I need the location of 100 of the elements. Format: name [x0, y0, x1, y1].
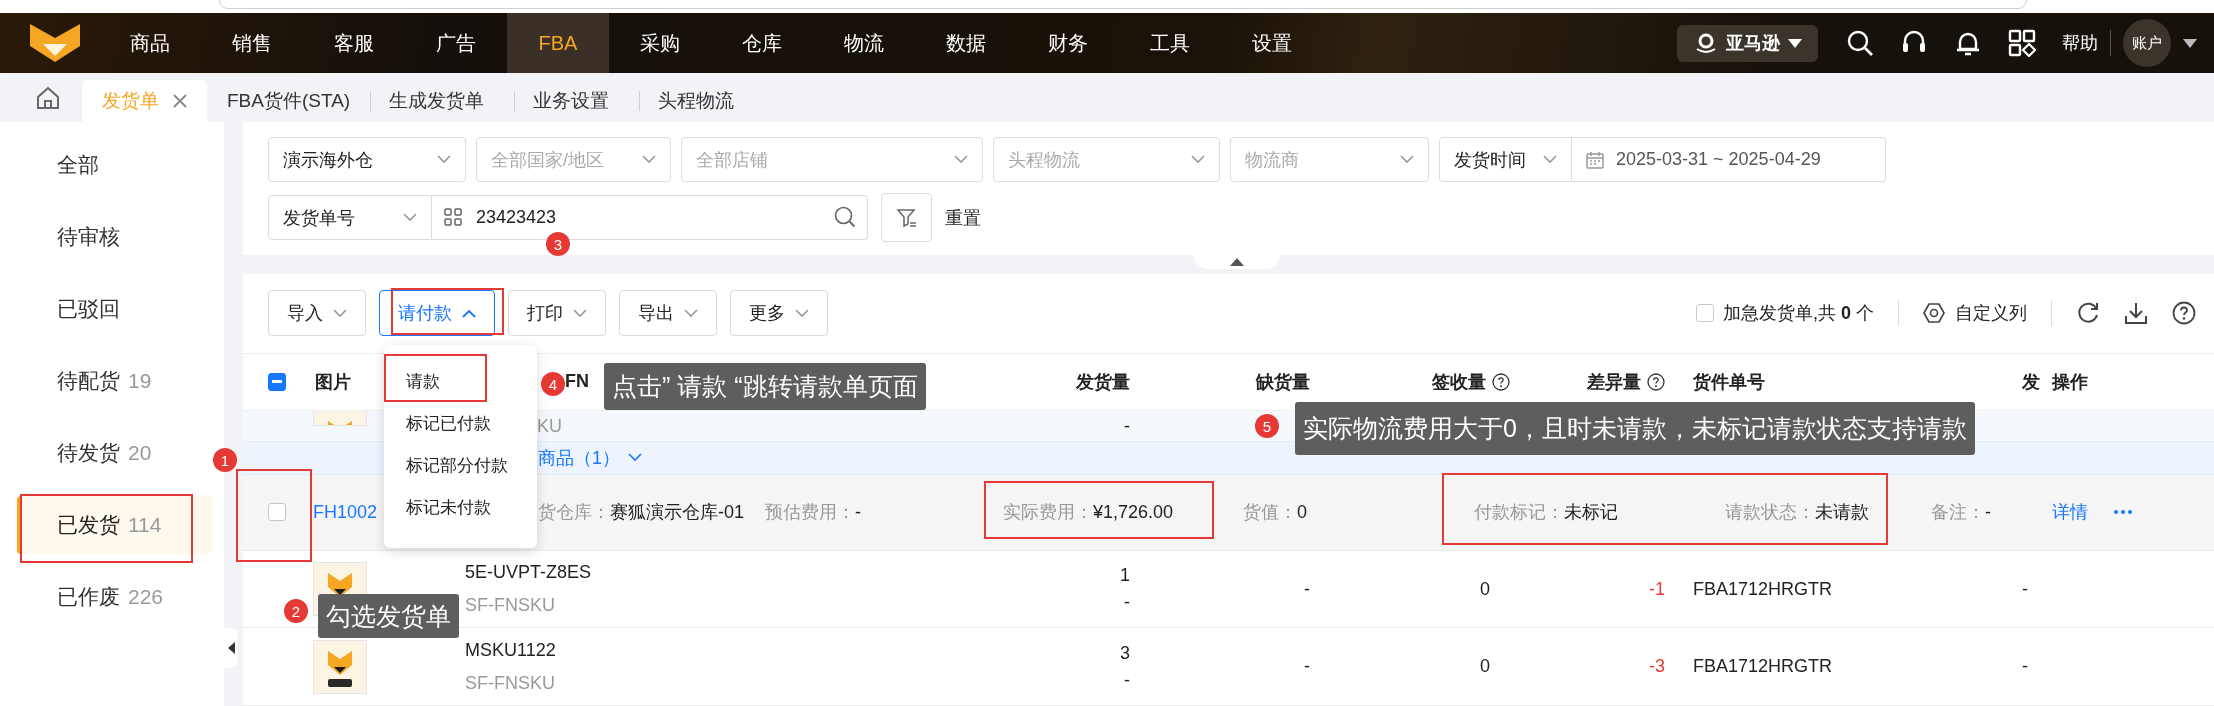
table-cell-text: -3 [1648, 656, 1666, 678]
page-tab[interactable]: FBA货件(STA) [207, 80, 371, 122]
checkbox[interactable] [1695, 304, 1714, 323]
chevron-down-icon [954, 155, 968, 164]
order-field: 预估费用：- [765, 500, 1003, 525]
sidebar-item[interactable]: 待审核 [17, 208, 212, 266]
calendar-icon [1586, 150, 1604, 169]
home-icon[interactable] [36, 86, 60, 110]
sidebar-item[interactable]: 待发货 20 [17, 424, 212, 482]
collapse-handle[interactable] [224, 628, 238, 668]
column-header: 差异量 [1587, 370, 1641, 394]
reset-link[interactable]: 重置 [945, 205, 981, 230]
nav-item[interactable]: 工具 [1119, 13, 1221, 73]
chevron-down-icon [642, 155, 656, 164]
chevron-down-icon [795, 308, 809, 318]
apps-icon[interactable] [2008, 29, 2036, 57]
caret-up-icon [1230, 258, 1244, 266]
caret-down-icon[interactable] [2183, 38, 2197, 48]
column-header: FN [565, 371, 589, 393]
nav-item[interactable]: 客服 [303, 13, 405, 73]
page-tab[interactable]: 业务设置 [514, 91, 640, 111]
custom-columns-button[interactable]: 自定义列 [1923, 301, 2027, 326]
help-icon[interactable] [1492, 372, 1510, 391]
chevron-down-icon [403, 213, 417, 222]
item-count: 226 [128, 585, 164, 609]
help-icon[interactable] [2172, 301, 2196, 326]
nav-item[interactable]: 设置 [1221, 13, 1323, 73]
hexagon-gear-icon [1923, 302, 1945, 325]
sku-text: 5E-UVPT-Z8ES [465, 562, 593, 583]
tab-label: 发货单 [102, 89, 159, 113]
help-icon[interactable] [1647, 372, 1665, 391]
chevron-up-icon [462, 308, 476, 318]
select-field[interactable]: 演示海外仓 [268, 137, 466, 182]
table-cell: 1 [1120, 565, 1130, 586]
nav-item[interactable]: 销售 [201, 13, 303, 73]
annotation-tooltip: 实际物流费用大于0，且时未请款，未标记请款状态支持请款 [1295, 402, 1975, 455]
fnsku-text: SF-FNSKU [465, 595, 556, 616]
select-field[interactable]: 发货单号 [268, 195, 432, 240]
fnsku-text: SF-FNSKU [465, 672, 556, 694]
dropdown-button[interactable]: 导入 [268, 290, 366, 337]
table-cell-text: - [1123, 415, 1131, 437]
download-icon[interactable] [2124, 301, 2148, 326]
chevron-down-icon [628, 453, 642, 463]
chevron-down-icon [437, 155, 451, 164]
chevron-down-icon [573, 308, 587, 318]
checkbox[interactable] [268, 503, 286, 522]
nav-item[interactable]: FBA [507, 13, 609, 73]
dropdown-button[interactable]: 请付款 [379, 290, 495, 337]
chevron-down-icon [1543, 155, 1557, 164]
table-cell-text: - [2022, 578, 2029, 600]
annotation-tooltip: 勾选发货单 [318, 594, 459, 638]
column-header: 图片 [315, 370, 351, 394]
more-icon[interactable] [2114, 510, 2132, 515]
sidebar-item[interactable]: 已作废 226 [17, 568, 212, 626]
date-range-field[interactable]: 2025-03-31 ~ 2025-04-29 [1572, 137, 1886, 182]
column-header: 操作 [2052, 370, 2088, 394]
select-field[interactable]: 发货时间 [1439, 137, 1572, 182]
refresh-icon[interactable] [2076, 301, 2100, 326]
sidebar-item[interactable]: 已驳回 [17, 280, 212, 338]
dropdown-button[interactable]: 导出 [619, 290, 717, 337]
search-field[interactable]: 23423423 [432, 195, 868, 240]
table-cell-text: 0 [1479, 578, 1491, 600]
checkbox[interactable] [268, 372, 286, 391]
page-tab[interactable]: 头程物流 [639, 91, 765, 111]
item-count: 19 [128, 369, 152, 393]
nav-item[interactable]: 数据 [915, 13, 1017, 73]
sidebar-item[interactable]: 已发货 114 [17, 496, 212, 554]
menu-item[interactable]: 标记部分付款 [389, 447, 522, 483]
sidebar-item[interactable]: 全部 [17, 136, 212, 194]
table-cell-text: FBA1712HRGTR [1692, 578, 1834, 600]
dropdown-button[interactable]: 打印 [508, 290, 606, 337]
account-avatar[interactable]: 账户 [2123, 19, 2171, 67]
close-icon[interactable] [173, 94, 187, 108]
nav-item[interactable]: 采购 [609, 13, 711, 73]
menu-item[interactable]: 标记未付款 [389, 489, 505, 525]
sku-text: MSKU1122 [465, 639, 557, 661]
search-icon[interactable] [1846, 29, 1874, 57]
help-link[interactable]: 帮助 [2062, 31, 2098, 55]
item-label: 已发货 [57, 512, 120, 538]
item-count: 20 [128, 441, 152, 465]
platform-selector[interactable]: 亚马逊 [1677, 24, 1818, 62]
grid-icon [444, 208, 462, 226]
nav-item[interactable]: 仓库 [711, 13, 813, 73]
nav-item[interactable]: 财务 [1017, 13, 1119, 73]
order-field: 货仓库：赛狐演示仓库-01 [538, 500, 765, 525]
annotation-tooltip: 点击” 请款 “跳转请款单页面 [604, 363, 926, 410]
group-toggle[interactable]: 商品（1） [538, 445, 642, 470]
dropdown-button[interactable]: 更多 [730, 290, 828, 337]
nav-item[interactable]: 商品 [99, 13, 201, 73]
page-tab[interactable]: 生成发货单 [370, 91, 515, 111]
filter-button[interactable] [881, 193, 932, 242]
column-header: 发 [2022, 370, 2040, 394]
menu-item[interactable]: 标记已付款 [389, 405, 505, 441]
nav-item[interactable]: 物流 [813, 13, 915, 73]
details-link[interactable]: 详情 [2052, 500, 2114, 525]
menu-item[interactable]: 请款 [389, 363, 454, 399]
order-field: 实际费用：¥1,726.00 [1003, 500, 1243, 525]
collapse-tab[interactable] [1194, 255, 1280, 269]
sidebar-item[interactable]: 待配货 19 [17, 352, 212, 410]
nav-item[interactable]: 广告 [405, 13, 507, 73]
